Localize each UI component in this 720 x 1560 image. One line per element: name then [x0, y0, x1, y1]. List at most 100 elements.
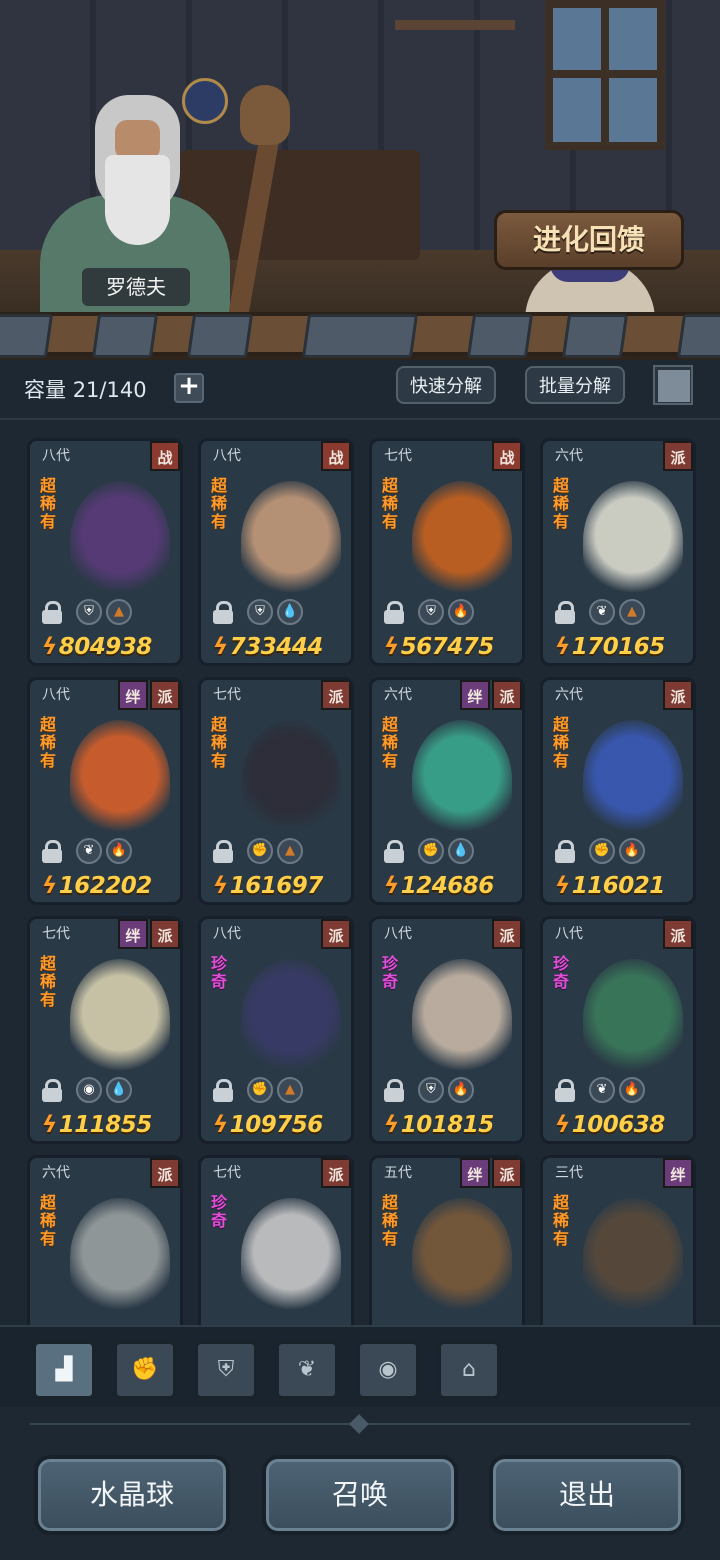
power-number: 124686: [400, 873, 495, 899]
lock-icon[interactable]: [213, 601, 233, 624]
capacity-bar: 容量 21/140 + 快速分解 批量分解: [0, 360, 720, 420]
generation-label: 八代: [213, 448, 241, 464]
filter-tab-sprout[interactable]: ❦: [276, 1341, 338, 1399]
card-tags: 绊派: [116, 680, 180, 710]
creature-card[interactable]: 八代 派珍奇 ✊ ▲ ϟ109756: [198, 916, 354, 1144]
filter-tab-fist[interactable]: ✊: [114, 1341, 176, 1399]
creature-card[interactable]: 七代 派珍奇: [198, 1155, 354, 1325]
rarity-label: 超稀有: [40, 715, 57, 770]
creature-card[interactable]: 六代 派超稀有: [27, 1155, 183, 1325]
power-number: 733444: [229, 634, 324, 660]
card-tags: 战: [148, 441, 180, 471]
capacity-label: 容量: [24, 378, 66, 402]
card-icons: ✊ ▲: [213, 838, 351, 868]
batch-decompose-button[interactable]: 批量分解: [525, 366, 625, 404]
crystal-ball-button[interactable]: 水晶球: [34, 1455, 230, 1535]
filter-tab-alien[interactable]: ◉: [357, 1341, 419, 1399]
lock-icon[interactable]: [213, 840, 233, 863]
power-value: ϟ162202: [42, 873, 152, 899]
creature-card[interactable]: 五代 绊派超稀有: [369, 1155, 525, 1325]
creature-card[interactable]: 八代 战超稀有 ⛨ ▲ ϟ804938: [27, 438, 183, 666]
npc-name: 罗德夫: [82, 268, 190, 306]
filter-tab-all[interactable]: ▟: [33, 1341, 95, 1399]
lock-icon[interactable]: [42, 1079, 62, 1102]
exit-button[interactable]: 退出: [489, 1455, 685, 1535]
summon-button[interactable]: 召唤: [262, 1455, 458, 1535]
creature-card[interactable]: 七代 派超稀有 ✊ ▲ ϟ161697: [198, 677, 354, 905]
creature-card[interactable]: 八代 派珍奇 ⛨ 🔥 ϟ101815: [369, 916, 525, 1144]
card-tag: 绊: [663, 1158, 693, 1188]
power-icon: ϟ: [555, 634, 570, 660]
rail-plate: [676, 314, 720, 358]
generation-label: 五代: [384, 1165, 412, 1181]
creature-art: [412, 959, 512, 1079]
water-element-icon: 💧: [277, 599, 303, 625]
add-capacity-button[interactable]: +: [174, 373, 204, 403]
card-tag: 派: [492, 680, 522, 710]
creature-list[interactable]: 八代战超稀有 ⛨ ▲ ϟ804938 八代战超稀有 ⛨ 💧 ϟ733444 七代战超稀有 ⛨ 🔥 ϟ5…: [0, 420, 720, 1325]
power-icon: ϟ: [42, 634, 57, 660]
generation-label: 八代: [42, 448, 70, 464]
lock-icon[interactable]: [42, 840, 62, 863]
creature-art: [241, 481, 341, 601]
card-tags: 绊派: [116, 919, 180, 949]
creature-art: [70, 481, 170, 601]
creature-card[interactable]: 八代 战超稀有 ⛨ 💧 ϟ733444: [198, 438, 354, 666]
filter-tab-tower[interactable]: ⌂: [438, 1341, 500, 1399]
creature-card[interactable]: 八代 派珍奇 ❦ 🔥 ϟ100638: [540, 916, 696, 1144]
rarity-label: 超稀有: [40, 1193, 57, 1248]
lock-icon[interactable]: [213, 1079, 233, 1102]
rarity-label: 珍奇: [382, 954, 399, 991]
card-icons: ✊ ▲: [213, 1077, 351, 1107]
shield-icon: ⛨: [418, 599, 444, 625]
quick-decompose-button[interactable]: 快速分解: [396, 366, 496, 404]
water-element-icon: 💧: [106, 1077, 132, 1103]
power-value: ϟ170165: [555, 634, 665, 660]
card-icons: ❦ 🔥: [555, 1077, 693, 1107]
lock-icon[interactable]: [384, 601, 404, 624]
filter-tab-shield[interactable]: ⛨: [195, 1341, 257, 1399]
tower-icon: ⌂: [462, 1357, 476, 1382]
fire-element-icon: 🔥: [106, 838, 132, 864]
power-number: 100638: [571, 1112, 666, 1138]
card-icons: ❦ ▲: [555, 599, 693, 629]
power-number: 101815: [400, 1112, 495, 1138]
lock-icon[interactable]: [384, 1079, 404, 1102]
grid-view-button[interactable]: [653, 365, 693, 405]
creature-card[interactable]: 三代 绊超稀有: [540, 1155, 696, 1325]
card-tags: 派: [319, 680, 351, 710]
grid-cell: [658, 370, 674, 386]
creature-card[interactable]: 七代 绊派超稀有 ◉ 💧 ϟ111855: [27, 916, 183, 1144]
owl-icon: [240, 85, 290, 145]
generation-label: 七代: [213, 1165, 241, 1181]
rail-plate: [466, 314, 534, 358]
sprout-icon: ❦: [297, 1357, 317, 1382]
card-tags: 绊派: [458, 1158, 522, 1188]
card-icons: ❦ 🔥: [42, 838, 180, 868]
power-icon: ϟ: [384, 634, 399, 660]
card-tag: 绊: [118, 919, 148, 949]
creature-card[interactable]: 六代 派超稀有 ❦ ▲ ϟ170165: [540, 438, 696, 666]
creature-card[interactable]: 六代 绊派超稀有 ✊ 💧 ϟ124686: [369, 677, 525, 905]
lock-icon[interactable]: [555, 1079, 575, 1102]
rarity-label: 超稀有: [553, 715, 570, 770]
npc-scene: 罗德夫 进化回馈: [0, 0, 720, 360]
creature-card[interactable]: 七代 战超稀有 ⛨ 🔥 ϟ567475: [369, 438, 525, 666]
power-icon: ϟ: [213, 634, 228, 660]
rail-plate: [186, 314, 254, 358]
lock-icon[interactable]: [384, 840, 404, 863]
earth-element-icon: ▲: [106, 599, 132, 625]
evolve-feedback-button[interactable]: 进化回馈: [494, 210, 684, 270]
filter-tab-bar: ▟ ✊ ⛨ ❦ ◉ ⌂: [0, 1325, 720, 1407]
power-number: 162202: [58, 873, 153, 899]
lock-icon[interactable]: [555, 840, 575, 863]
card-tag: 派: [492, 919, 522, 949]
shield-icon: ⛨: [217, 1357, 235, 1382]
card-tags: 派: [661, 441, 693, 471]
lock-icon[interactable]: [555, 601, 575, 624]
creature-card[interactable]: 八代 绊派超稀有 ❦ 🔥 ϟ162202: [27, 677, 183, 905]
card-tag: 战: [321, 441, 351, 471]
creature-card[interactable]: 六代 派超稀有 ✊ 🔥 ϟ116021: [540, 677, 696, 905]
shield-icon: ⛨: [418, 1077, 444, 1103]
lock-icon[interactable]: [42, 601, 62, 624]
